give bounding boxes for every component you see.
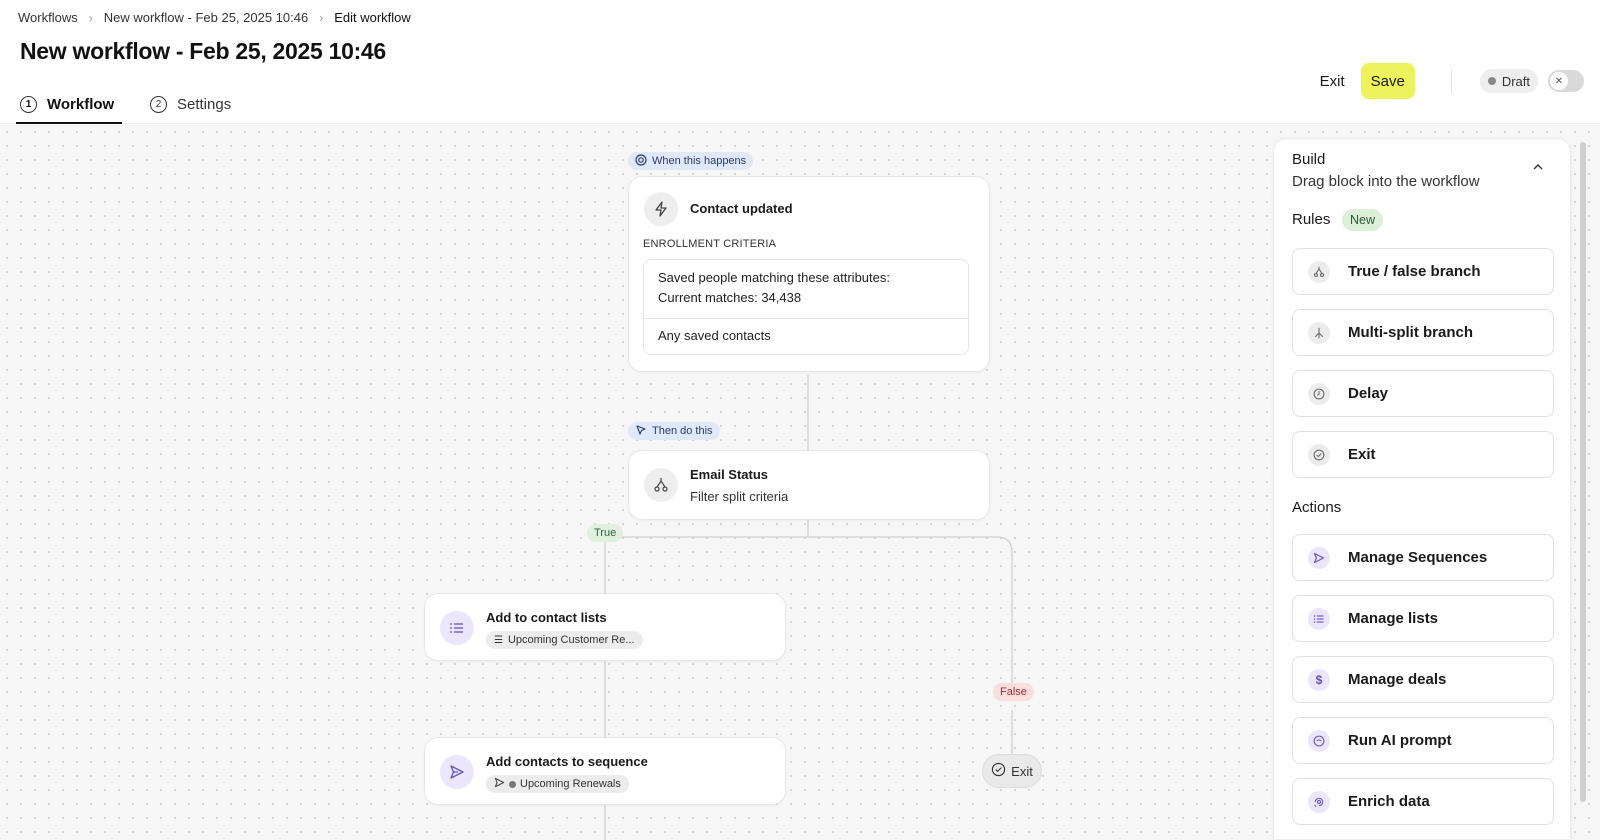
block-manage-deals[interactable]: $ Manage deals bbox=[1292, 656, 1554, 703]
list-action-title: Add to contact lists bbox=[486, 610, 607, 625]
block-label: Delay bbox=[1348, 385, 1389, 402]
send-icon bbox=[494, 777, 505, 791]
branch-icon bbox=[644, 468, 678, 502]
sequence-action-card[interactable]: Add contacts to sequence Upcoming Renewa… bbox=[424, 737, 786, 805]
trigger-title: Contact updated bbox=[690, 201, 793, 216]
exit-node[interactable]: Exit bbox=[982, 754, 1042, 788]
tab-settings[interactable]: 2 Settings bbox=[146, 86, 235, 122]
block-label: Multi-split branch bbox=[1348, 324, 1473, 341]
status-dot bbox=[1487, 77, 1496, 85]
block-label: Manage Sequences bbox=[1348, 549, 1488, 566]
step-number: 2 bbox=[150, 95, 167, 113]
breadcrumb-workflows[interactable]: Workflows bbox=[18, 10, 78, 25]
status-label: Draft bbox=[1501, 73, 1530, 89]
build-title: Build bbox=[1292, 151, 1326, 168]
tab-workflow[interactable]: 1 Workflow bbox=[16, 86, 122, 124]
header-actions: Exit Save Draft ✕ bbox=[1320, 63, 1584, 99]
header: Workflows › New workflow - Feb 25, 2025 … bbox=[0, 0, 1600, 124]
step-number: 1 bbox=[20, 95, 37, 113]
lightning-icon bbox=[644, 192, 678, 226]
block-manage-lists[interactable]: Manage lists bbox=[1292, 595, 1554, 642]
build-subtitle: Drag block into the workflow bbox=[1292, 173, 1480, 190]
block-exit[interactable]: Exit bbox=[1292, 431, 1554, 478]
cursor-icon bbox=[635, 424, 647, 439]
check-circle-icon bbox=[1308, 444, 1330, 466]
split-title: Email Status bbox=[690, 467, 769, 482]
criteria-label: ENROLLMENT CRITERIA bbox=[643, 238, 777, 250]
tab-label: Settings bbox=[177, 95, 232, 113]
block-run-ai-prompt[interactable]: Run AI prompt bbox=[1292, 717, 1554, 764]
send-icon bbox=[440, 755, 474, 789]
block-label: Enrich data bbox=[1348, 793, 1430, 810]
false-badge: False bbox=[993, 683, 1034, 701]
ai-icon bbox=[1308, 730, 1330, 752]
rules-heading: Rules bbox=[1292, 211, 1331, 228]
list-chip-label: Upcoming Customer Re... bbox=[507, 634, 635, 646]
block-enrich-data[interactable]: Enrich data bbox=[1292, 778, 1554, 825]
save-button[interactable]: Save bbox=[1360, 63, 1415, 99]
split-card[interactable]: Email Status Filter split criteria bbox=[628, 450, 990, 520]
action-label-text: Then do this bbox=[652, 425, 713, 437]
block-label: Run AI prompt bbox=[1348, 732, 1452, 749]
action-label: Then do this bbox=[628, 422, 720, 440]
divider bbox=[644, 318, 968, 319]
clock-icon bbox=[1308, 383, 1330, 405]
new-badge: New bbox=[1342, 209, 1384, 231]
breadcrumb: Workflows › New workflow - Feb 25, 2025 … bbox=[18, 10, 411, 25]
status-badge: Draft bbox=[1479, 69, 1538, 93]
actions-heading: Actions bbox=[1292, 499, 1342, 516]
breadcrumb-workflow[interactable]: New workflow - Feb 25, 2025 10:46 bbox=[104, 10, 309, 25]
chevron-right-icon: › bbox=[319, 10, 324, 25]
tab-label: Workflow bbox=[47, 95, 115, 113]
status-dot bbox=[509, 780, 516, 788]
sequence-action-title: Add contacts to sequence bbox=[486, 754, 648, 769]
split-subtitle: Filter split criteria bbox=[690, 489, 789, 504]
list-icon: ☰ bbox=[494, 634, 503, 646]
list-icon bbox=[1308, 608, 1330, 630]
trigger-card[interactable]: Contact updated ENROLLMENT CRITERIA Save… bbox=[628, 176, 990, 372]
block-label: Manage lists bbox=[1348, 610, 1439, 627]
block-manage-sequences[interactable]: Manage Sequences bbox=[1292, 534, 1554, 581]
criteria-line: Any saved contacts bbox=[658, 328, 771, 343]
block-delay[interactable]: Delay bbox=[1292, 370, 1554, 417]
breadcrumb-current: Edit workflow bbox=[334, 10, 411, 25]
send-icon bbox=[1308, 547, 1330, 569]
publish-toggle[interactable]: ✕ bbox=[1548, 70, 1584, 92]
block-label: Exit bbox=[1348, 446, 1376, 463]
block-multi-split-branch[interactable]: Multi-split branch bbox=[1292, 309, 1554, 356]
tabs: 1 Workflow 2 Settings bbox=[16, 86, 259, 124]
criteria-box[interactable]: Saved people matching these attributes: … bbox=[643, 259, 969, 355]
criteria-line: Current matches: 34,438 bbox=[658, 290, 802, 305]
exit-button[interactable]: Exit bbox=[1320, 73, 1345, 90]
block-label: Manage deals bbox=[1348, 671, 1447, 688]
target-icon bbox=[635, 153, 647, 169]
sidebar-scrollbar[interactable] bbox=[1580, 142, 1586, 802]
true-badge: True bbox=[587, 524, 624, 542]
criteria-line: Saved people matching these attributes: bbox=[658, 270, 890, 285]
list-icon bbox=[440, 611, 474, 645]
chevron-up-icon[interactable] bbox=[1528, 157, 1548, 177]
check-circle-icon bbox=[991, 762, 1006, 780]
trigger-label: When this happens bbox=[628, 152, 754, 170]
divider bbox=[1450, 69, 1452, 93]
exit-node-label: Exit bbox=[1011, 763, 1033, 779]
sequence-chip-label: Upcoming Renewals bbox=[520, 778, 621, 790]
dollar-icon: $ bbox=[1308, 669, 1330, 691]
build-panel: Build Drag block into the workflow Rules… bbox=[1273, 138, 1571, 840]
sequence-chip: Upcoming Renewals bbox=[486, 775, 629, 793]
chevron-right-icon: › bbox=[88, 10, 93, 25]
enrich-icon bbox=[1308, 791, 1330, 813]
close-icon: ✕ bbox=[1550, 72, 1568, 90]
block-label: True / false branch bbox=[1348, 263, 1481, 280]
trigger-label-text: When this happens bbox=[652, 155, 747, 167]
branch-icon bbox=[1308, 261, 1330, 283]
block-true-false-branch[interactable]: True / false branch bbox=[1292, 248, 1554, 295]
list-action-card[interactable]: Add to contact lists ☰ Upcoming Customer… bbox=[424, 593, 786, 661]
list-chip: ☰ Upcoming Customer Re... bbox=[486, 631, 643, 649]
multi-split-icon bbox=[1308, 322, 1330, 344]
page-title: New workflow - Feb 25, 2025 10:46 bbox=[20, 38, 386, 64]
